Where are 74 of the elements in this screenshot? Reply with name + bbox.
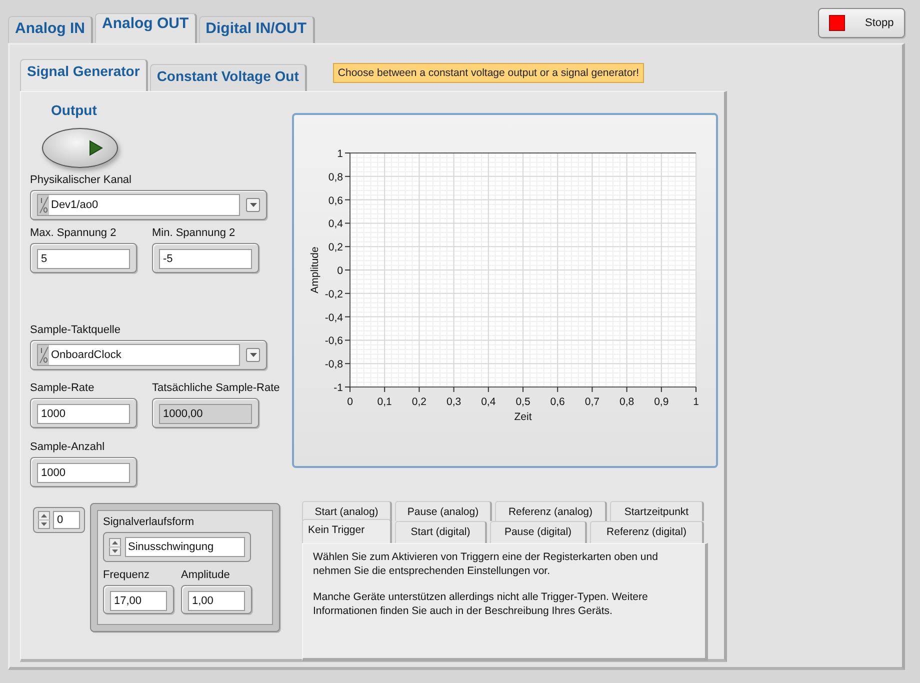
info-text: Manche Geräte unterstützen allerdings nicht alle Trigger-Typen. Weitere Informationen finden Sie auch in der Beschreibung Ihres Geräts.: [313, 590, 649, 618]
number-field[interactable]: 1000: [30, 457, 137, 487]
panel-tab[interactable]: Analog OUT: [95, 13, 197, 43]
trigger-tab[interactable]: Referenz (analog): [495, 501, 607, 521]
spin-buttons[interactable]: [109, 538, 121, 556]
spin-buttons[interactable]: [38, 511, 50, 529]
hint-note: Choose between a constant voltage output or a signal generator!: [332, 63, 644, 83]
info-text: Wählen Sie zum Aktivieren von Triggern eine der Registerkarten oben und nehmen Sie die entsprechenden Einstellungen vor.: [313, 550, 659, 578]
field-label: Sample-Anzahl: [30, 440, 106, 455]
field-label: Physikalischer Kanal: [30, 173, 132, 188]
index-field[interactable]: 0: [33, 507, 85, 533]
caret-icon: [250, 203, 256, 207]
tick-label: 0,7: [584, 396, 600, 408]
tick-label: 0: [337, 265, 343, 277]
tick-label: 0,4: [328, 218, 343, 230]
tick-label: 0,9: [654, 396, 669, 408]
number-field[interactable]: 1000: [30, 398, 137, 428]
dropdown-button[interactable]: [246, 348, 260, 362]
trigger-tab[interactable]: Referenz (digital): [590, 521, 704, 543]
tick-label: -0,6: [324, 335, 343, 348]
tick-label: 0,6: [328, 194, 343, 207]
tick-label: 0,2: [412, 396, 426, 408]
field-label: Max. Spannung 2: [30, 226, 118, 241]
tick-label: -0,4: [324, 312, 343, 324]
trigger-tab[interactable]: Pause (digital): [490, 521, 587, 543]
field-label: Sample-Taktquelle: [30, 323, 120, 338]
number-field[interactable]: 1,00: [181, 585, 252, 614]
dropdown-button[interactable]: [246, 198, 260, 212]
tick-label: 1: [337, 148, 343, 160]
tick-label: 0,8: [620, 396, 634, 408]
number-field[interactable]: 17,00: [103, 585, 174, 614]
number-field: 1000,00: [152, 398, 259, 428]
tick-label: -0,8: [324, 358, 343, 371]
tick-label: -1: [334, 382, 343, 394]
field-label: Tatsächliche Sample-Rate: [152, 381, 280, 396]
field-label: Sample-Rate: [30, 381, 96, 396]
field-label: Signalverlaufsform: [103, 515, 196, 530]
axis-title: Amplitude: [309, 246, 321, 294]
stop-button[interactable]: Stopp: [818, 8, 905, 38]
tick-label: 0,2: [328, 242, 343, 254]
tick-label: 0: [347, 396, 353, 408]
tick-label: 0,4: [481, 396, 496, 408]
tick-label: -0,2: [324, 288, 343, 300]
number-field[interactable]: 5: [30, 243, 137, 273]
output-label: Output: [51, 102, 97, 120]
play-icon: [89, 140, 103, 156]
trigger-tab[interactable]: Kein Trigger: [302, 519, 392, 543]
field-label: Amplitude: [181, 568, 231, 583]
number-field[interactable]: -5: [152, 243, 259, 273]
field-label: Min. Spannung 2: [152, 226, 236, 241]
panel-tab[interactable]: Analog IN: [8, 16, 93, 43]
channel-dropdown[interactable]: Dev1/ao0: [30, 190, 267, 220]
field-label: Frequenz: [103, 568, 150, 583]
tick-label: 0,1: [377, 396, 392, 408]
tick-label: 1: [693, 396, 699, 408]
io-icon: [37, 194, 49, 216]
output-button[interactable]: [42, 128, 118, 168]
panel-tab[interactable]: Digital IN/OUT: [198, 16, 315, 43]
waveform-selector[interactable]: Sinusschwingung: [103, 532, 251, 562]
clock-dropdown[interactable]: OnboardClock: [30, 340, 267, 370]
tick-label: 0,8: [328, 171, 343, 184]
panel-tab[interactable]: Signal Generator: [20, 59, 148, 91]
trigger-tab[interactable]: Startzeitpunkt: [610, 501, 704, 521]
stop-icon: [829, 15, 845, 31]
trigger-tab[interactable]: Start (digital): [395, 521, 487, 543]
tick-label: 0,6: [550, 396, 565, 408]
panel-tab[interactable]: Constant Voltage Out: [150, 64, 307, 91]
tick-label: 0,5: [516, 396, 530, 408]
trigger-tab[interactable]: Pause (analog): [395, 501, 492, 521]
caret-icon: [250, 353, 256, 357]
axis-title: Zeit: [514, 411, 532, 423]
io-icon: [37, 344, 49, 366]
trigger-tab[interactable]: Start (analog): [302, 501, 392, 521]
tick-label: 0,3: [446, 396, 462, 408]
